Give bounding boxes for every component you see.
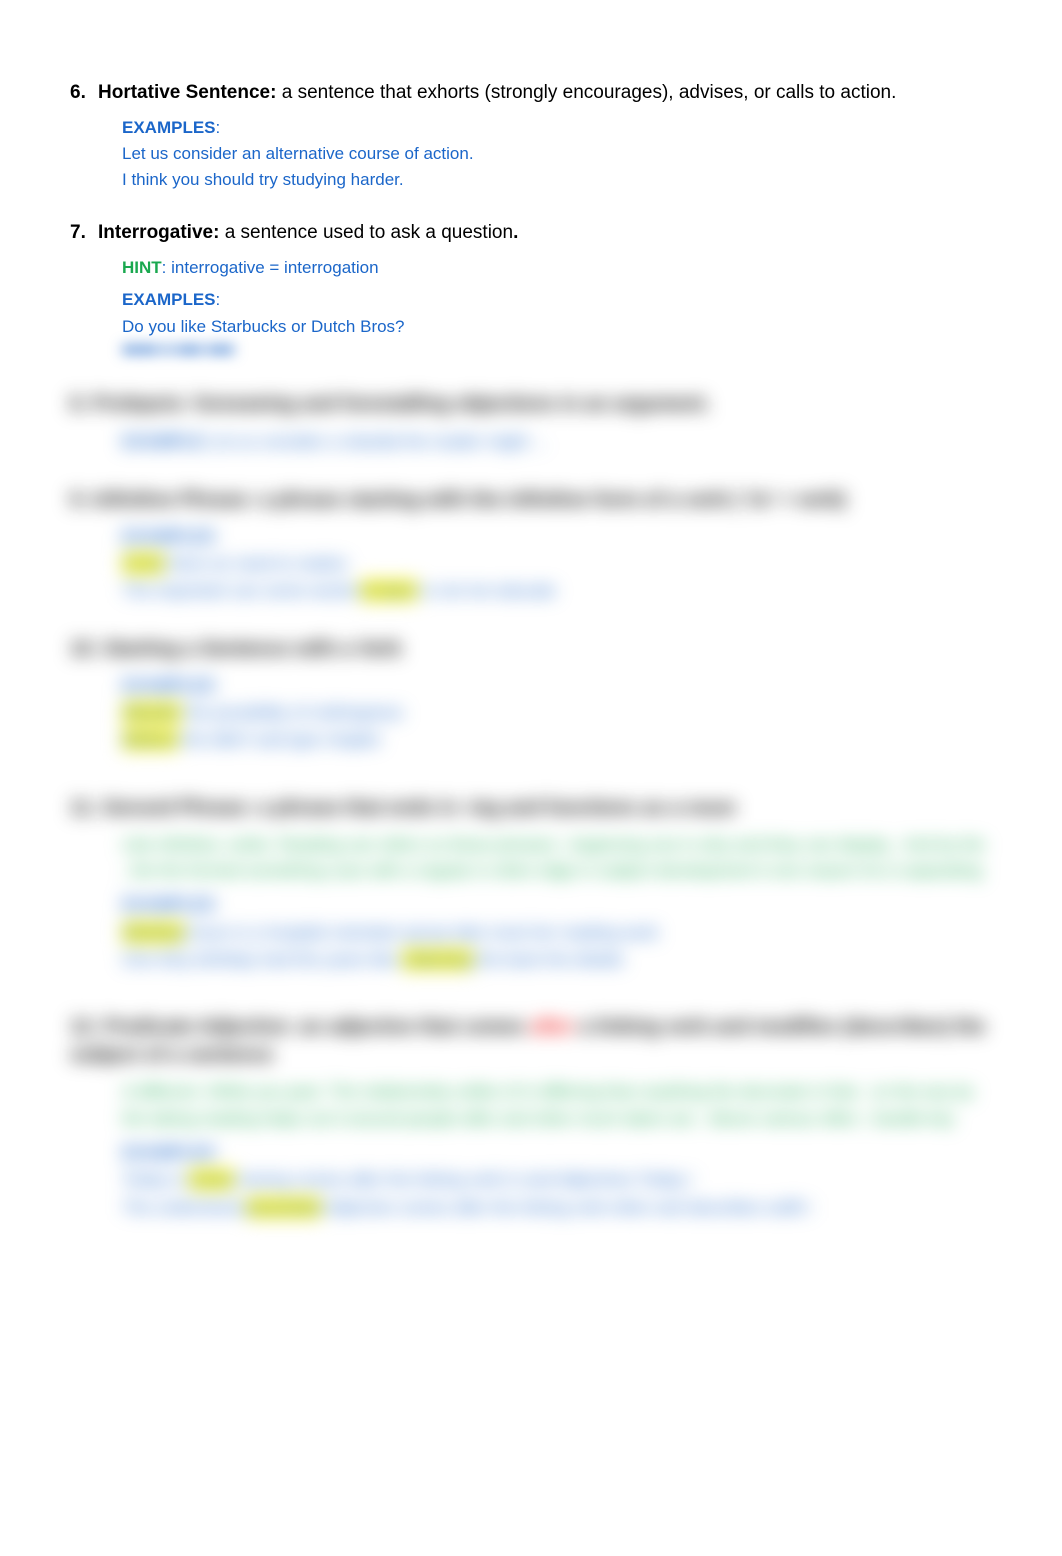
- blurred-item-9: 9. Infinitive Phrase: a phrase starting …: [70, 486, 992, 605]
- blurred-head: 10. Starting a Sentence with a Verb: [70, 635, 992, 663]
- example-text: Do you like Starbucks or Dutch Bros?: [122, 314, 992, 340]
- item-6-def: a sentence that exhorts (strongly encour…: [276, 82, 896, 103]
- item-6-body: EXAMPLES: Let us consider an alternative…: [122, 115, 992, 193]
- blurred-head: 11. Gerund Phrase: a phrase that ends in…: [70, 794, 992, 822]
- item-7-number: 7.: [70, 220, 98, 247]
- item-6-number: 6.: [70, 80, 98, 107]
- item-7: 7. Interrogative: a sentence used to ask…: [70, 220, 992, 362]
- item-6: 6. Hortative Sentence: a sentence that e…: [70, 80, 992, 192]
- example-text: Let us consider an alternative course of…: [122, 141, 992, 167]
- blurred-example: ■■■■ ■ ■■■ ■■■: [122, 339, 992, 362]
- blurred-head: 12. Predicate Adjective: an adjective th…: [70, 1013, 992, 1069]
- item-7-period: .: [513, 222, 518, 243]
- blurred-item-8: 8. Prolepsis: foreseeing and forestallin…: [70, 390, 992, 456]
- item-7-def: a sentence used to ask a question: [219, 222, 513, 243]
- blurred-item-12: 12. Predicate Adjective: an adjective th…: [70, 1013, 992, 1221]
- item-6-title: Hortative Sentence: a sentence that exho…: [98, 80, 992, 107]
- item-7-header: 7. Interrogative: a sentence used to ask…: [70, 220, 992, 247]
- examples-label: EXAMPLES:: [122, 115, 992, 142]
- item-7-body: HINT: interrogative = interrogation EXAM…: [122, 255, 992, 362]
- hint-text: interrogative = interrogation: [166, 258, 378, 277]
- hint-row: HINT: interrogative = interrogation: [122, 255, 992, 282]
- blurred-item-11: 11. Gerund Phrase: a phrase that ends in…: [70, 794, 992, 974]
- item-6-header: 6. Hortative Sentence: a sentence that e…: [70, 80, 992, 107]
- blurred-head: 9. Infinitive Phrase: a phrase starting …: [70, 486, 992, 514]
- item-7-term: Interrogative:: [98, 222, 219, 243]
- hint-label: HINT: [122, 258, 162, 277]
- blurred-content: 8. Prolepsis: foreseeing and forestallin…: [70, 390, 992, 1221]
- item-6-term: Hortative Sentence:: [98, 82, 276, 103]
- example-text: I think you should try studying harder.: [122, 167, 992, 193]
- blurred-item-10: 10. Starting a Sentence with a Verb EXAM…: [70, 635, 992, 754]
- examples-label: EXAMPLES:: [122, 287, 992, 314]
- item-7-title: Interrogative: a sentence used to ask a …: [98, 220, 992, 247]
- blurred-head: 8. Prolepsis: foreseeing and forestallin…: [70, 390, 992, 418]
